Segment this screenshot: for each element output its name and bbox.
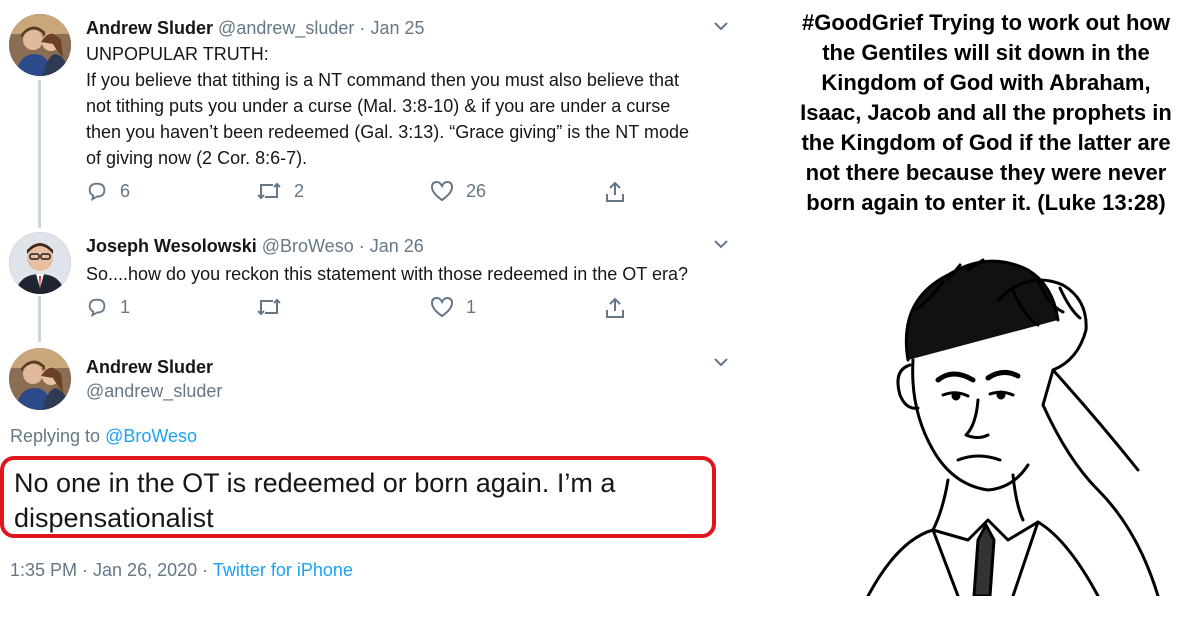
client-link[interactable]: Twitter for iPhone xyxy=(213,560,353,580)
retweet-count: 2 xyxy=(294,180,305,201)
author-name[interactable]: Andrew Sluder xyxy=(86,18,213,38)
caption-line: the Kingdom of God if the latter are xyxy=(801,130,1171,155)
like-count: 26 xyxy=(466,180,487,201)
caption-line: the Gentiles will sit down in the xyxy=(822,40,1150,65)
reply-count: 6 xyxy=(120,180,131,201)
chevron-down-icon[interactable] xyxy=(711,234,731,254)
author-handle[interactable]: @andrew_sluder xyxy=(218,18,354,38)
like-icon xyxy=(430,296,454,318)
caption-line: not there because they were never xyxy=(805,160,1167,185)
reply-count: 1 xyxy=(120,296,131,317)
tweet-line: If you believe that tithing is a NT comm… xyxy=(86,70,679,90)
avatar[interactable] xyxy=(9,232,71,294)
like-button[interactable]: 1 xyxy=(430,296,476,318)
tweet-text: UNPOPULAR TRUTH: If you believe that tit… xyxy=(86,41,689,171)
tweet-actions: 1 1 xyxy=(86,296,646,322)
caption-line: born again to enter it. (Luke 13:28) xyxy=(806,190,1166,215)
chevron-down-icon[interactable] xyxy=(711,352,731,372)
like-count: 1 xyxy=(466,296,477,317)
highlighted-reply-text: No one in the OT is redeemed or born aga… xyxy=(0,456,716,538)
tweet-text: So....how do you reckon this statement w… xyxy=(86,261,688,287)
tweet-line: So....how do you reckon this statement w… xyxy=(86,264,688,284)
replying-to-link[interactable]: @BroWeso xyxy=(105,426,197,446)
tweet-line: not tithing puts you under a curse (Mal.… xyxy=(86,96,671,116)
replying-prefix: Replying to xyxy=(10,426,101,446)
like-button[interactable]: 26 xyxy=(430,180,486,202)
tweet-actions: 6 2 26 xyxy=(86,180,646,206)
share-icon xyxy=(606,181,624,202)
like-icon xyxy=(430,180,454,202)
separator: · xyxy=(358,236,365,256)
tweet-line: of giving now (2 Cor. 8:6-7). xyxy=(86,148,308,168)
tweet-header: Andrew Sluder @andrew_sluder · Jan 25 xyxy=(86,17,424,39)
retweet-button[interactable] xyxy=(256,296,294,318)
share-button[interactable] xyxy=(604,296,638,320)
avatar[interactable] xyxy=(9,14,71,76)
avatar[interactable] xyxy=(9,348,71,410)
caption-line: Isaac, Jacob and all the prophets in xyxy=(800,100,1172,125)
reply-icon xyxy=(88,182,106,202)
share-icon xyxy=(606,297,624,318)
chevron-down-icon[interactable] xyxy=(711,16,731,36)
author-handle[interactable]: @BroWeso xyxy=(262,236,354,256)
tweet-header: Joseph Wesolowski @BroWeso · Jan 26 xyxy=(86,235,424,257)
author-handle[interactable]: @andrew_sluder xyxy=(86,380,222,402)
reply-icon xyxy=(88,298,106,318)
author-name[interactable]: Joseph Wesolowski xyxy=(86,236,257,256)
retweet-icon xyxy=(257,298,281,316)
tweet-line: UNPOPULAR TRUTH: xyxy=(86,44,269,64)
caption-line: Kingdom of God with Abraham, xyxy=(821,70,1151,95)
reply-line: No one in the OT is redeemed or born aga… xyxy=(14,468,616,498)
reply-button[interactable]: 1 xyxy=(86,296,130,318)
retweet-icon xyxy=(257,182,281,200)
reply-line: dispensationalist xyxy=(14,503,214,533)
tweet-1[interactable]: Andrew Sluder @andrew_sluder · Jan 25 UN… xyxy=(0,0,760,225)
tweet-2[interactable]: Joseph Wesolowski @BroWeso · Jan 26 So..… xyxy=(0,226,760,336)
timestamp[interactable]: 1:35 PM · Jan 26, 2020 · xyxy=(10,560,208,580)
tweet-date[interactable]: Jan 26 xyxy=(370,236,424,256)
share-button[interactable] xyxy=(604,180,638,204)
retweet-button[interactable]: 2 xyxy=(256,180,304,202)
author-name[interactable]: Andrew Sluder xyxy=(86,356,213,378)
separator: · xyxy=(359,18,366,38)
meme-caption: #GoodGrief Trying to work out how the Ge… xyxy=(782,8,1190,218)
worried-man-illustration xyxy=(866,258,1160,596)
replying-to: Replying to @BroWeso xyxy=(10,426,197,447)
tweet-date[interactable]: Jan 25 xyxy=(370,18,424,38)
tweet-line: then you haven’t been redeemed (Gal. 3:1… xyxy=(86,122,689,142)
tweet-timestamp: 1:35 PM · Jan 26, 2020 · Twitter for iPh… xyxy=(10,560,353,581)
caption-line: #GoodGrief Trying to work out how xyxy=(802,10,1170,35)
reply-button[interactable]: 6 xyxy=(86,180,130,202)
